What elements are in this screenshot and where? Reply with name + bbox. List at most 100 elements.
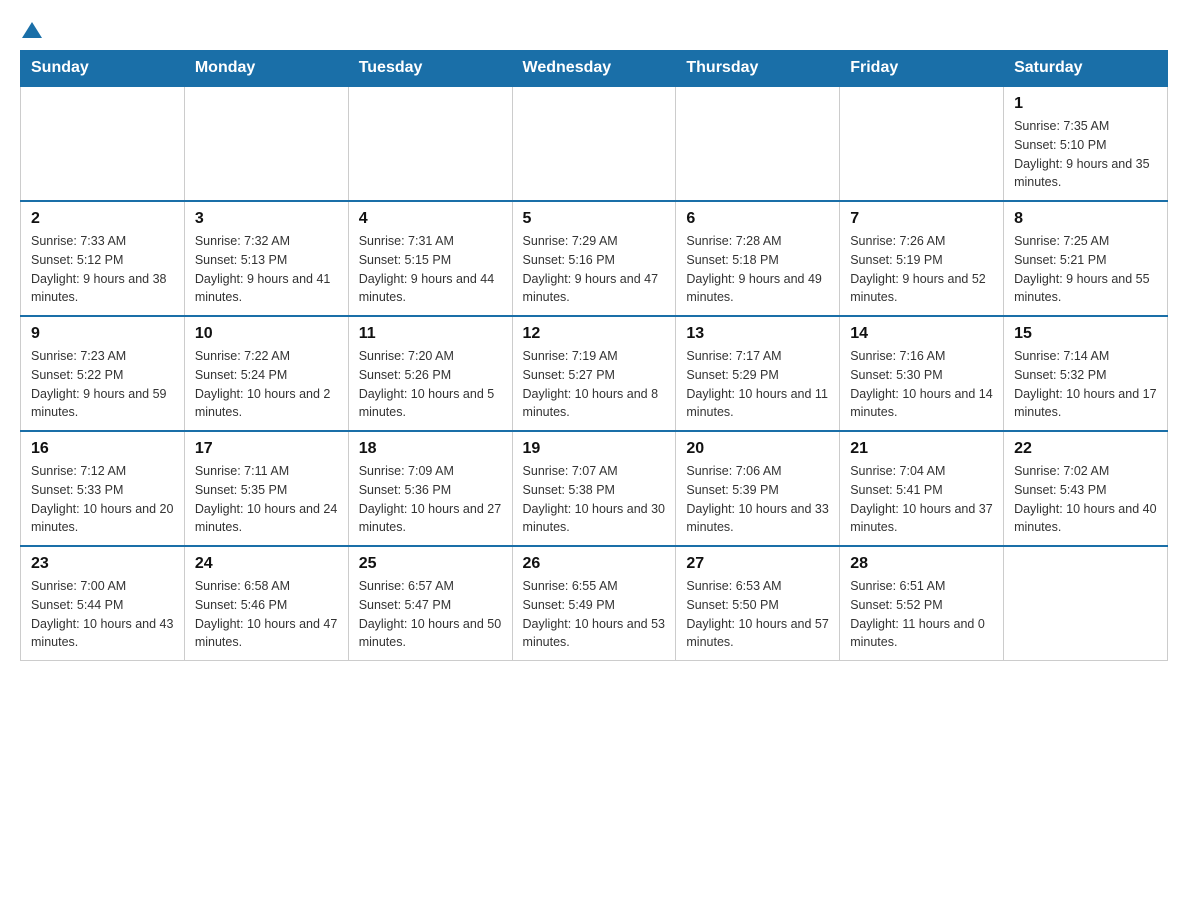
day-number: 6 xyxy=(686,210,829,228)
calendar-cell xyxy=(676,86,840,201)
day-info: Sunrise: 7:16 AMSunset: 5:30 PMDaylight:… xyxy=(850,347,993,422)
calendar-cell xyxy=(1004,546,1168,661)
day-info: Sunrise: 7:23 AMSunset: 5:22 PMDaylight:… xyxy=(31,347,174,422)
day-number: 18 xyxy=(359,440,502,458)
week-row-3: 9 Sunrise: 7:23 AMSunset: 5:22 PMDaylight… xyxy=(21,316,1168,431)
calendar-cell: 20 Sunrise: 7:06 AMSunset: 5:39 PMDayligh… xyxy=(676,431,840,546)
calendar-cell: 7 Sunrise: 7:26 AMSunset: 5:19 PMDaylight… xyxy=(840,201,1004,316)
calendar-cell: 11 Sunrise: 7:20 AMSunset: 5:26 PMDayligh… xyxy=(348,316,512,431)
calendar-cell: 18 Sunrise: 7:09 AMSunset: 5:36 PMDayligh… xyxy=(348,431,512,546)
day-info: Sunrise: 7:04 AMSunset: 5:41 PMDaylight:… xyxy=(850,462,993,537)
day-number: 16 xyxy=(31,440,174,458)
week-row-4: 16 Sunrise: 7:12 AMSunset: 5:33 PMDayligh… xyxy=(21,431,1168,546)
day-info: Sunrise: 7:12 AMSunset: 5:33 PMDaylight:… xyxy=(31,462,174,537)
weekday-header-tuesday: Tuesday xyxy=(348,51,512,87)
day-info: Sunrise: 7:02 AMSunset: 5:43 PMDaylight:… xyxy=(1014,462,1157,537)
day-info: Sunrise: 7:09 AMSunset: 5:36 PMDaylight:… xyxy=(359,462,502,537)
calendar-cell: 15 Sunrise: 7:14 AMSunset: 5:32 PMDayligh… xyxy=(1004,316,1168,431)
day-number: 11 xyxy=(359,325,502,343)
day-info: Sunrise: 7:17 AMSunset: 5:29 PMDaylight:… xyxy=(686,347,829,422)
week-row-5: 23Sunrise: 7:00 AMSunset: 5:44 PMDayligh… xyxy=(21,546,1168,661)
day-info: Sunrise: 7:06 AMSunset: 5:39 PMDaylight:… xyxy=(686,462,829,537)
day-info: Sunrise: 6:58 AMSunset: 5:46 PMDaylight:… xyxy=(195,577,338,652)
calendar-cell: 27 Sunrise: 6:53 AMSunset: 5:50 PMDayligh… xyxy=(676,546,840,661)
calendar-cell: 17 Sunrise: 7:11 AMSunset: 5:35 PMDayligh… xyxy=(184,431,348,546)
calendar-cell: 25 Sunrise: 6:57 AMSunset: 5:47 PMDayligh… xyxy=(348,546,512,661)
day-info: Sunrise: 7:22 AMSunset: 5:24 PMDaylight:… xyxy=(195,347,338,422)
week-row-1: 1 Sunrise: 7:35 AMSunset: 5:10 PMDaylight… xyxy=(21,86,1168,201)
day-info: Sunrise: 6:51 AMSunset: 5:52 PMDaylight:… xyxy=(850,577,993,652)
week-row-2: 2 Sunrise: 7:33 AMSunset: 5:12 PMDaylight… xyxy=(21,201,1168,316)
day-info: Sunrise: 7:19 AMSunset: 5:27 PMDaylight:… xyxy=(523,347,666,422)
day-number: 17 xyxy=(195,440,338,458)
calendar-cell: 28 Sunrise: 6:51 AMSunset: 5:52 PMDayligh… xyxy=(840,546,1004,661)
weekday-header-wednesday: Wednesday xyxy=(512,51,676,87)
weekday-header-friday: Friday xyxy=(840,51,1004,87)
calendar-cell: 12 Sunrise: 7:19 AMSunset: 5:27 PMDayligh… xyxy=(512,316,676,431)
calendar-cell: 6 Sunrise: 7:28 AMSunset: 5:18 PMDaylight… xyxy=(676,201,840,316)
calendar-cell xyxy=(184,86,348,201)
day-info: Sunrise: 7:33 AMSunset: 5:12 PMDaylight:… xyxy=(31,232,174,307)
day-number: 14 xyxy=(850,325,993,343)
day-number: 20 xyxy=(686,440,829,458)
day-info: Sunrise: 7:35 AMSunset: 5:10 PMDaylight:… xyxy=(1014,117,1157,192)
weekday-header-saturday: Saturday xyxy=(1004,51,1168,87)
day-number: 1 xyxy=(1014,95,1157,113)
weekday-header-monday: Monday xyxy=(184,51,348,87)
day-number: 9 xyxy=(31,325,174,343)
calendar-cell: 21 Sunrise: 7:04 AMSunset: 5:41 PMDayligh… xyxy=(840,431,1004,546)
calendar-cell: 3 Sunrise: 7:32 AMSunset: 5:13 PMDaylight… xyxy=(184,201,348,316)
weekday-header-thursday: Thursday xyxy=(676,51,840,87)
calendar-cell xyxy=(840,86,1004,201)
day-number: 3 xyxy=(195,210,338,228)
calendar-cell: 5 Sunrise: 7:29 AMSunset: 5:16 PMDaylight… xyxy=(512,201,676,316)
day-number: 5 xyxy=(523,210,666,228)
day-number: 28 xyxy=(850,555,993,573)
day-number: 4 xyxy=(359,210,502,228)
page-header xyxy=(20,20,1168,40)
day-number: 27 xyxy=(686,555,829,573)
calendar-cell: 2 Sunrise: 7:33 AMSunset: 5:12 PMDaylight… xyxy=(21,201,185,316)
day-number: 22 xyxy=(1014,440,1157,458)
day-info: Sunrise: 7:00 AMSunset: 5:44 PMDaylight:… xyxy=(31,577,174,652)
day-info: Sunrise: 6:53 AMSunset: 5:50 PMDaylight:… xyxy=(686,577,829,652)
calendar-cell: 16 Sunrise: 7:12 AMSunset: 5:33 PMDayligh… xyxy=(21,431,185,546)
day-info: Sunrise: 7:28 AMSunset: 5:18 PMDaylight:… xyxy=(686,232,829,307)
day-info: Sunrise: 7:32 AMSunset: 5:13 PMDaylight:… xyxy=(195,232,338,307)
weekday-header-sunday: Sunday xyxy=(21,51,185,87)
calendar-cell: 10 Sunrise: 7:22 AMSunset: 5:24 PMDayligh… xyxy=(184,316,348,431)
calendar-table: SundayMondayTuesdayWednesdayThursdayFrid… xyxy=(20,50,1168,661)
day-info: Sunrise: 7:11 AMSunset: 5:35 PMDaylight:… xyxy=(195,462,338,537)
calendar-cell xyxy=(512,86,676,201)
day-number: 2 xyxy=(31,210,174,228)
calendar-cell: 14 Sunrise: 7:16 AMSunset: 5:30 PMDayligh… xyxy=(840,316,1004,431)
day-info: Sunrise: 7:26 AMSunset: 5:19 PMDaylight:… xyxy=(850,232,993,307)
calendar-cell xyxy=(21,86,185,201)
day-info: Sunrise: 7:14 AMSunset: 5:32 PMDaylight:… xyxy=(1014,347,1157,422)
day-info: Sunrise: 7:29 AMSunset: 5:16 PMDaylight:… xyxy=(523,232,666,307)
logo xyxy=(20,20,42,40)
day-number: 12 xyxy=(523,325,666,343)
day-number: 8 xyxy=(1014,210,1157,228)
day-number: 25 xyxy=(359,555,502,573)
day-info: Sunrise: 7:07 AMSunset: 5:38 PMDaylight:… xyxy=(523,462,666,537)
calendar-cell: 19 Sunrise: 7:07 AMSunset: 5:38 PMDayligh… xyxy=(512,431,676,546)
day-info: Sunrise: 6:57 AMSunset: 5:47 PMDaylight:… xyxy=(359,577,502,652)
calendar-cell: 26Sunrise: 6:55 AMSunset: 5:49 PMDayligh… xyxy=(512,546,676,661)
day-number: 24 xyxy=(195,555,338,573)
day-number: 21 xyxy=(850,440,993,458)
calendar-cell: 24 Sunrise: 6:58 AMSunset: 5:46 PMDayligh… xyxy=(184,546,348,661)
calendar-cell: 1 Sunrise: 7:35 AMSunset: 5:10 PMDaylight… xyxy=(1004,86,1168,201)
weekday-header-row: SundayMondayTuesdayWednesdayThursdayFrid… xyxy=(21,51,1168,87)
day-info: Sunrise: 6:55 AMSunset: 5:49 PMDaylight:… xyxy=(523,577,666,652)
day-info: Sunrise: 7:20 AMSunset: 5:26 PMDaylight:… xyxy=(359,347,502,422)
day-number: 10 xyxy=(195,325,338,343)
calendar-cell: 13Sunrise: 7:17 AMSunset: 5:29 PMDayligh… xyxy=(676,316,840,431)
logo-triangle-icon xyxy=(22,20,42,40)
calendar-cell xyxy=(348,86,512,201)
day-info: Sunrise: 7:31 AMSunset: 5:15 PMDaylight:… xyxy=(359,232,502,307)
day-number: 15 xyxy=(1014,325,1157,343)
day-number: 19 xyxy=(523,440,666,458)
calendar-cell: 23Sunrise: 7:00 AMSunset: 5:44 PMDayligh… xyxy=(21,546,185,661)
day-number: 7 xyxy=(850,210,993,228)
